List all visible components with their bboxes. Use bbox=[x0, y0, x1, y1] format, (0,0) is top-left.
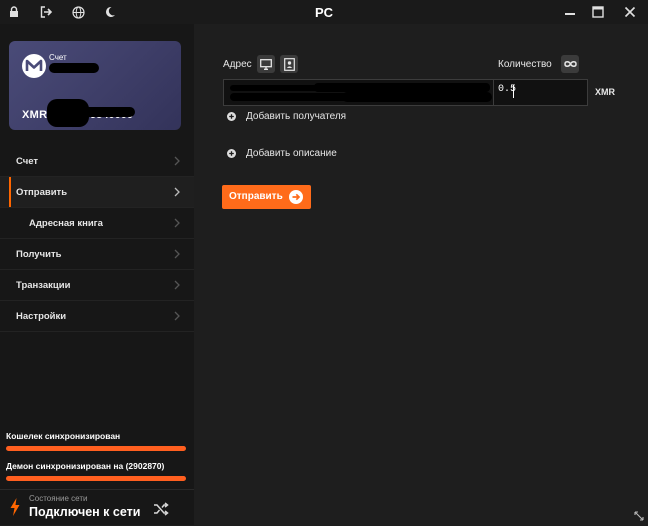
chevron-right-icon bbox=[174, 280, 180, 290]
sidebar-item-label: Адресная книга bbox=[29, 217, 103, 229]
close-icon[interactable] bbox=[620, 3, 640, 21]
chevron-right-icon bbox=[174, 218, 180, 228]
amount-unit: XMR bbox=[595, 87, 615, 97]
address-book-button[interactable] bbox=[280, 55, 298, 73]
chevron-right-icon bbox=[174, 187, 180, 197]
minimize-icon[interactable] bbox=[560, 3, 580, 21]
amount-input[interactable] bbox=[498, 84, 578, 95]
plus-circle-icon bbox=[227, 112, 236, 121]
send-button-label: Отправить bbox=[229, 191, 283, 202]
redaction bbox=[314, 83, 490, 92]
amount-label: Количество bbox=[498, 59, 552, 70]
amount-input-field[interactable] bbox=[493, 79, 588, 106]
sidebar-item-settings[interactable]: Настройки bbox=[0, 301, 194, 332]
sidebar-item-label: Отправить bbox=[16, 186, 68, 198]
window-title: PC bbox=[314, 5, 334, 20]
contact-book-icon bbox=[283, 57, 295, 71]
monitor-icon bbox=[260, 58, 272, 70]
redaction bbox=[69, 107, 135, 117]
title-bar: PC bbox=[0, 0, 648, 24]
sidebar-item-label: Получить bbox=[16, 248, 62, 260]
sidebar-nav: Счет Отправить Адресная книга Получить Т… bbox=[0, 146, 194, 332]
redaction bbox=[230, 93, 350, 101]
monitor-button[interactable] bbox=[257, 55, 275, 73]
shuffle-icon[interactable] bbox=[153, 502, 169, 516]
network-caption: Состояние сети bbox=[29, 494, 88, 503]
account-card[interactable]: Счет XMR 79540000 bbox=[9, 41, 181, 130]
plus-circle-icon bbox=[227, 149, 236, 158]
maximize-icon[interactable] bbox=[588, 3, 608, 21]
text-cursor bbox=[513, 85, 514, 98]
redaction bbox=[49, 63, 99, 73]
arrow-right-circle-icon bbox=[289, 190, 303, 204]
sidebar-item-label: Настройки bbox=[16, 310, 67, 322]
address-input[interactable] bbox=[223, 79, 493, 106]
add-recipient-label: Добавить получателя bbox=[246, 111, 347, 122]
wallet-sync-label: Кошелек синхронизирован bbox=[6, 431, 121, 441]
daemon-sync-status: Демон синхронизирован на (2902870) bbox=[6, 461, 186, 481]
wallet-sync-status: Кошелек синхронизирован bbox=[6, 431, 186, 451]
daemon-sync-progress bbox=[6, 476, 186, 481]
sidebar-item-receive[interactable]: Получить bbox=[0, 239, 194, 270]
sidebar-item-label: Транзакции bbox=[16, 279, 71, 291]
sidebar-item-address-book[interactable]: Адресная книга bbox=[0, 208, 194, 239]
address-label: Адрес bbox=[223, 59, 252, 70]
add-recipient-button[interactable]: Добавить получателя bbox=[227, 111, 346, 122]
resize-icon[interactable] bbox=[634, 511, 644, 521]
send-all-button[interactable] bbox=[561, 55, 579, 73]
sidebar-item-label: Счет bbox=[16, 155, 39, 167]
add-description-label: Добавить описание bbox=[246, 148, 337, 159]
send-button[interactable]: Отправить bbox=[222, 185, 311, 209]
network-status-text: Подключен к сети bbox=[29, 505, 141, 519]
wallet-sync-progress bbox=[6, 446, 186, 451]
sidebar-item-account[interactable]: Счет bbox=[0, 146, 194, 177]
account-currency: XMR bbox=[22, 109, 48, 121]
chevron-right-icon bbox=[174, 249, 180, 259]
account-label: Счет bbox=[49, 53, 67, 62]
network-status: Состояние сети Подключен к сети bbox=[0, 489, 194, 526]
sidebar-item-transactions[interactable]: Транзакции bbox=[0, 270, 194, 301]
monero-logo bbox=[22, 54, 46, 78]
redaction bbox=[230, 85, 320, 91]
send-panel: Адрес Количество XMR Добавить получателя… bbox=[194, 24, 648, 525]
redaction bbox=[342, 92, 492, 102]
chevron-right-icon bbox=[174, 311, 180, 321]
infinity-icon bbox=[563, 61, 577, 67]
daemon-sync-label: Демон синхронизирован на (2902870) bbox=[6, 461, 165, 471]
sidebar: Счет XMR 79540000 Счет Отправить Адресна… bbox=[0, 24, 194, 525]
add-description-button[interactable]: Добавить описание bbox=[227, 148, 337, 159]
chevron-right-icon bbox=[174, 156, 180, 166]
lightning-icon bbox=[10, 498, 20, 516]
sidebar-item-send[interactable]: Отправить bbox=[0, 177, 194, 208]
